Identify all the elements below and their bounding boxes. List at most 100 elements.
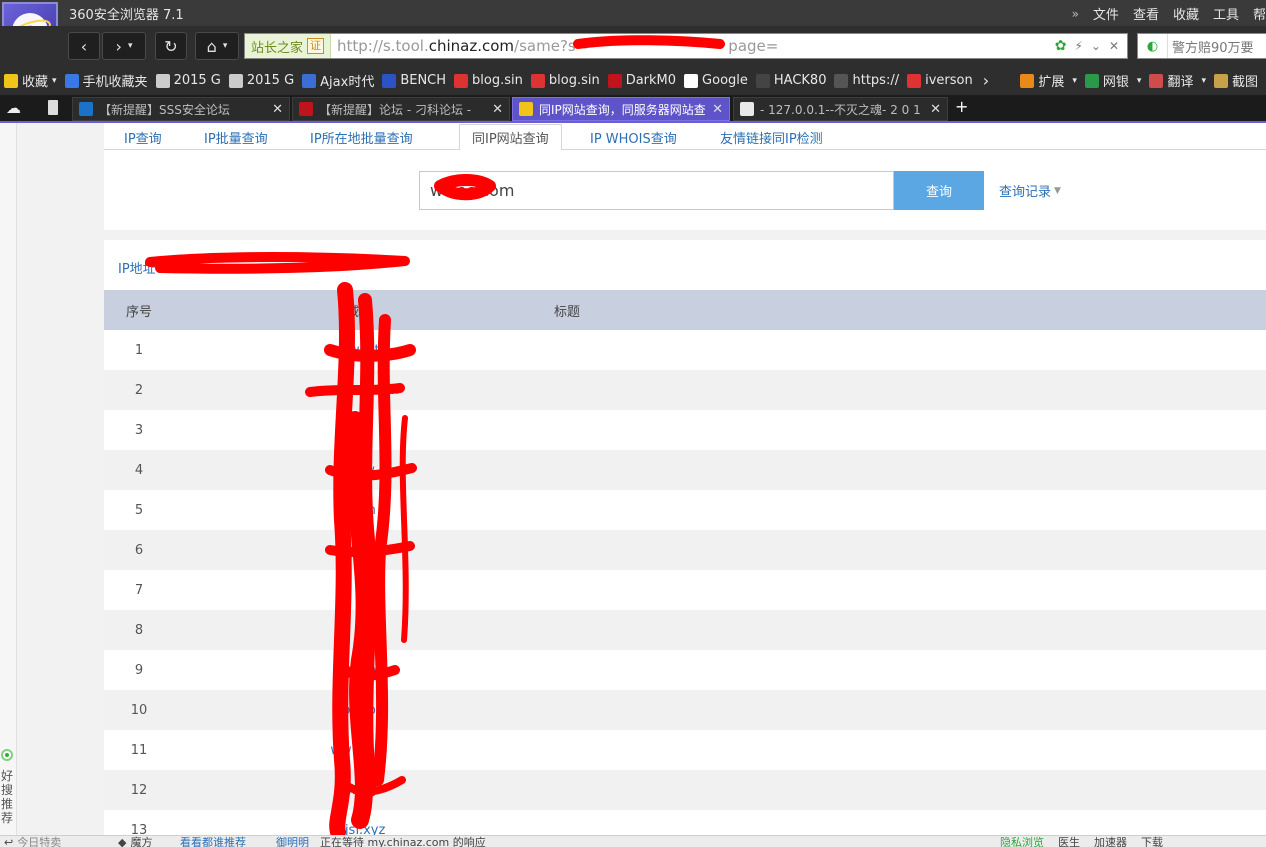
menu-help[interactable]: 帮 [1253,4,1266,23]
row-number: 6 [134,542,144,558]
blog-icon [454,73,469,88]
site-badge[interactable]: 站长之家 证 [245,34,332,58]
home-button[interactable]: ⌂ ▾ [195,32,239,60]
toolbar-bank[interactable]: 网银 ▾ [1081,70,1146,92]
cloud-icon[interactable]: ☁ [6,99,28,117]
reload-button[interactable]: ↻ [155,32,187,60]
status-dot-icon[interactable] [1,749,13,761]
lightning-icon[interactable]: ⚡ [1074,39,1082,53]
tab-friendlink-ip[interactable]: 友情链接同IP检测 [720,124,823,150]
tab-ip-query[interactable]: IP查询 [124,124,162,150]
bookmark-11[interactable]: https:// [830,70,903,92]
bookmark-3[interactable]: 2015 G [225,70,298,92]
row-number: 1 [134,342,144,358]
status-right-item[interactable]: 加速器 [1094,836,1127,847]
tab-2[interactable]: 同IP网站查询，同服务器网站查 ✕ [512,97,730,121]
phone-icon[interactable] [48,100,58,115]
row-domain-link[interactable]: www [174,463,544,478]
ip-address-label: IP地址： [118,262,169,277]
search-engine-icon[interactable]: ◐ [1138,34,1168,58]
menu-favorites[interactable]: 收藏 [1173,4,1199,23]
table-row: 3 [104,410,1266,450]
tab-0[interactable]: 【新提醒】SSS安全论坛 ✕ [72,97,290,121]
menu-view[interactable]: 查看 [1133,4,1159,23]
row-number: 4 [134,462,144,478]
tab-same-ip[interactable]: 同IP网站查询 [459,124,562,151]
menu-file[interactable]: 文件 [1093,4,1119,23]
tab-ip-whois[interactable]: IP WHOIS查询 [590,124,677,150]
bookmark-1[interactable]: 手机收藏夹 [61,70,152,92]
status-item4-label: 御明明 [276,836,309,847]
site-badge-label: 站长之家 [251,40,304,56]
row-domain-link[interactable]: ww .com [174,743,544,758]
status-right-item[interactable]: 医生 [1058,836,1080,847]
bookmark-2[interactable]: 2015 G [152,70,225,92]
bookmark-6[interactable]: blog.sin [450,70,527,92]
bookmark-10[interactable]: HACK80 [752,70,831,92]
more-bookmarks-icon[interactable]: › [977,71,995,90]
bookmark-7[interactable]: blog.sin [527,70,604,92]
search-box[interactable]: ◐ 警方赔90万要 [1137,33,1266,59]
tab-3[interactable]: - 127.0.0.1--不灭之魂- 2 0 1 ✕ [733,97,948,121]
bookmark-12[interactable]: iverson [903,70,977,92]
row-number: 5 [134,502,144,518]
query-button[interactable]: 查询 [894,171,984,210]
forward-button[interactable]: › ▾ [102,32,146,60]
url-text[interactable]: http://s.tool.chinaz.com/same?s= page= [331,37,1055,55]
close-icon[interactable]: ✕ [930,102,941,117]
domain-input[interactable] [419,171,894,210]
status-item4[interactable]: 御明明 [276,836,309,847]
bookmark-0[interactable]: 收藏 ▾ [0,70,61,92]
row-domain-link[interactable]: ww .top [174,663,544,678]
table-row: 11 ww .com [104,730,1266,770]
query-history[interactable]: 查询记录 ▼ [999,181,1061,200]
dropdown-icon[interactable]: ⌄ [1091,39,1101,53]
row-domain-link[interactable]: b top [174,703,544,718]
toolbar-translate[interactable]: 翻译 ▾ [1145,70,1210,92]
toolbar-label: 网银 [1102,75,1129,90]
bookmark-9[interactable]: Google [680,70,752,92]
table-row: 13 fxjsf.xyz [104,810,1266,835]
chinaz-icon [519,102,533,116]
app-title: 360安全浏览器 7.1 [69,8,184,23]
row-domain-link[interactable]: ww n [174,503,544,518]
side-recommend[interactable]: 好搜推荐 [0,769,14,825]
status-recommend[interactable]: 看看都谁推荐 [180,836,246,847]
menu-tools[interactable]: 工具 [1213,4,1239,23]
status-cube[interactable]: ◆ 魔方 [118,836,152,847]
status-right-item[interactable]: 隐私浏览 [1000,836,1044,847]
menu-chevron-icon[interactable]: » [1072,7,1079,21]
row-number: 9 [134,662,144,678]
toolbar-puzzle[interactable]: 扩展 ▾ [1016,70,1081,92]
tab-1[interactable]: 【新提醒】论坛 - 刁科论坛 - ✕ [292,97,510,121]
row-domain-link[interactable]: w w [174,783,544,798]
bookmark-8[interactable]: DarkM0 [604,70,680,92]
status-daily-deals[interactable]: 今日特卖 [17,836,61,847]
row-domain-link[interactable]: www com [174,543,544,558]
tab-ip-batch[interactable]: IP批量查询 [204,124,268,150]
translate-icon [1149,73,1164,88]
row-domain-link[interactable]: www t [174,343,544,358]
table-row: 8 [104,610,1266,650]
clear-icon[interactable]: ✕ [1109,39,1119,53]
close-icon[interactable]: ✕ [272,102,283,117]
navigation-bar: ‹ › ▾ ↻ ⌂ ▾ 站长之家 证 http://s.tool.chinaz.co… [0,26,1266,66]
new-tab-button[interactable]: + [955,97,968,116]
bookmark-label: 2015 G [246,73,295,88]
tab-ip-location-batch[interactable]: IP所在地批量查询 [310,124,413,150]
status-right-item[interactable]: 下载 [1141,836,1163,847]
refresh-status-icon[interactable]: ✿ [1055,38,1067,54]
address-bar[interactable]: 站长之家 证 http://s.tool.chinaz.com/same?s= p… [244,33,1128,59]
row-domain-link[interactable]: xmch e.com [174,383,544,398]
bookmark-4[interactable]: Ajax时代 [298,70,378,92]
close-icon[interactable]: ✕ [492,102,503,117]
toolbar-scissors[interactable]: 截图 [1210,70,1262,92]
table-row: 2 xmch e.com [104,370,1266,410]
status-back-icon[interactable]: ↩ [4,836,13,847]
back-button[interactable]: ‹ [68,32,100,60]
bank-icon [1084,73,1099,88]
bookmark-5[interactable]: BENCH [378,70,450,92]
google-icon [684,73,699,88]
close-icon[interactable]: ✕ [712,102,723,117]
row-domain-link[interactable]: fxjsf.xyz [174,823,544,836]
